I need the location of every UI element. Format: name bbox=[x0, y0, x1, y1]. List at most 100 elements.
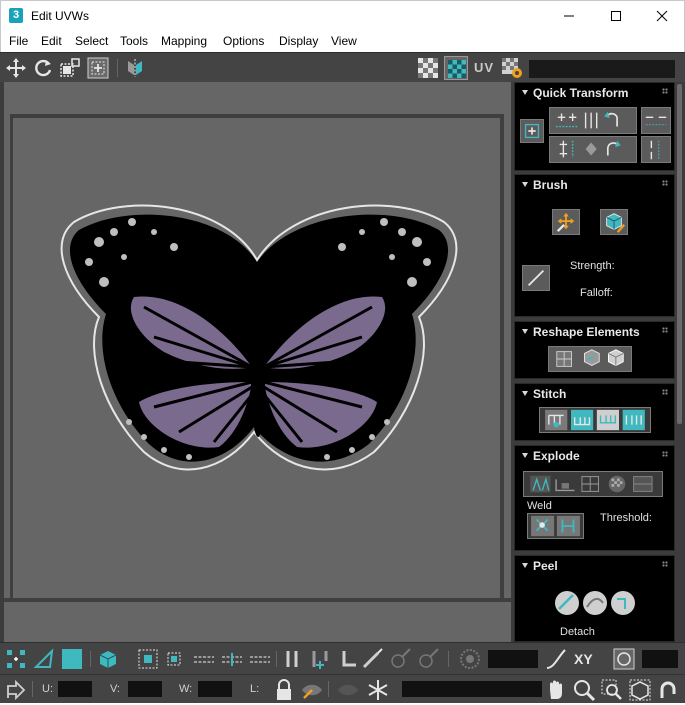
texture-dropdown[interactable] bbox=[529, 60, 675, 78]
rollout-header-stitch[interactable]: Stitch bbox=[515, 384, 674, 402]
edge-distance-value[interactable] bbox=[642, 650, 678, 668]
reshape-buttons-group[interactable] bbox=[548, 346, 632, 372]
select-overlap-button[interactable] bbox=[308, 647, 332, 671]
close-button[interactable] bbox=[639, 1, 685, 31]
freeform-tool-button[interactable] bbox=[86, 56, 110, 80]
weld-buttons-group[interactable] bbox=[527, 513, 584, 539]
absolute-offset-button[interactable] bbox=[4, 678, 28, 702]
uv-editor-viewport[interactable] bbox=[0, 82, 511, 642]
peel-buttons-group[interactable] bbox=[553, 589, 637, 617]
maximize-button[interactable] bbox=[593, 1, 639, 31]
scale-tool-button[interactable] bbox=[58, 56, 82, 80]
menu-tools[interactable]: Tools bbox=[120, 34, 148, 48]
edge-distance-icon bbox=[613, 648, 635, 670]
menu-view[interactable]: View bbox=[331, 34, 357, 48]
grow-selection-button[interactable] bbox=[136, 647, 160, 671]
face-mode-button[interactable] bbox=[60, 647, 84, 671]
menu-edit[interactable]: Edit bbox=[41, 34, 62, 48]
snap-button[interactable] bbox=[656, 678, 680, 702]
shrink-selection-button[interactable] bbox=[162, 647, 186, 671]
freeform-icon bbox=[87, 57, 109, 79]
menu-select[interactable]: Select bbox=[75, 34, 108, 48]
loop-select-button[interactable] bbox=[192, 647, 216, 671]
menu-file[interactable]: File bbox=[9, 34, 28, 48]
select-flipped-button[interactable] bbox=[336, 647, 360, 671]
paint-select-shrink-button[interactable] bbox=[416, 647, 440, 671]
brush-stroke-button[interactable] bbox=[522, 265, 550, 291]
paint-select-grow-button[interactable] bbox=[388, 647, 412, 671]
menu-display[interactable]: Display bbox=[279, 34, 318, 48]
uv-mode-label[interactable]: UV bbox=[474, 60, 494, 75]
align-vertical-group[interactable] bbox=[549, 136, 637, 163]
zoom-extents-button[interactable] bbox=[628, 678, 652, 702]
lock-selection-button[interactable] bbox=[272, 678, 296, 702]
point-to-point-button[interactable] bbox=[248, 647, 272, 671]
rollout-header-peel[interactable]: Peel bbox=[515, 556, 674, 574]
show-map-button[interactable] bbox=[444, 56, 468, 80]
set-pivot-button[interactable] bbox=[520, 119, 544, 143]
rollout-header-explode[interactable]: Explode bbox=[515, 446, 674, 464]
ring-select-button[interactable] bbox=[220, 647, 244, 671]
eye-show-icon bbox=[338, 684, 358, 696]
minimize-button[interactable] bbox=[546, 1, 592, 31]
paint-select-button[interactable] bbox=[360, 647, 384, 671]
soft-selection-button[interactable] bbox=[458, 647, 482, 671]
element-mode-button[interactable] bbox=[96, 647, 120, 671]
brush-line-icon bbox=[527, 269, 545, 287]
stitch-buttons-group[interactable] bbox=[539, 407, 651, 433]
menu-options[interactable]: Options bbox=[223, 34, 264, 48]
rotate-tool-button[interactable] bbox=[31, 56, 55, 80]
soft-selection-value[interactable] bbox=[488, 650, 538, 668]
explode-buttons-group[interactable] bbox=[523, 471, 663, 497]
paint-move-button[interactable] bbox=[552, 209, 580, 235]
u-coordinate-field[interactable] bbox=[58, 681, 92, 697]
rollout-header-reshape[interactable]: Reshape Elements bbox=[515, 322, 674, 340]
edge-icon bbox=[33, 648, 54, 668]
title-bar: 3 Edit UVWs bbox=[0, 0, 685, 31]
falloff-curve-button[interactable] bbox=[544, 647, 568, 671]
rollout-title: Peel bbox=[533, 559, 558, 573]
u-label: U: bbox=[42, 683, 53, 695]
v-coordinate-field[interactable] bbox=[128, 681, 162, 697]
space-horizontal-button[interactable] bbox=[641, 107, 671, 134]
select-inverted-button[interactable] bbox=[280, 647, 304, 671]
pan-button[interactable] bbox=[544, 678, 568, 702]
zoom-button[interactable] bbox=[572, 678, 596, 702]
panel-scrollbar[interactable] bbox=[677, 84, 682, 424]
edge-mode-button[interactable] bbox=[32, 647, 56, 671]
map-settings-button[interactable] bbox=[500, 56, 524, 80]
soft-select-edge-button[interactable] bbox=[612, 647, 636, 671]
xy-space-label[interactable]: XY bbox=[574, 651, 593, 667]
checker-pattern-button[interactable] bbox=[416, 56, 440, 80]
rollout-header-quick-transform[interactable]: Quick Transform bbox=[515, 83, 674, 101]
invert-icon bbox=[286, 651, 298, 667]
align-horizontal-group[interactable] bbox=[549, 107, 637, 134]
toolbar-separator bbox=[117, 59, 118, 77]
vertex-mode-button[interactable] bbox=[4, 647, 28, 671]
magnet-snap-icon bbox=[660, 681, 676, 698]
menu-mapping[interactable]: Mapping bbox=[161, 34, 207, 48]
rollout-title: Reshape Elements bbox=[533, 325, 640, 339]
hide-button[interactable] bbox=[300, 678, 324, 702]
mirror-tool-button[interactable] bbox=[123, 56, 147, 80]
rollout-explode: Explode Weld Threshold: bbox=[514, 445, 675, 551]
show-button[interactable] bbox=[336, 678, 360, 702]
selection-set-field[interactable] bbox=[402, 681, 542, 697]
zoom-region-button[interactable] bbox=[600, 678, 624, 702]
rollout-header-brush[interactable]: Brush bbox=[515, 175, 674, 193]
app-icon: 3 bbox=[9, 8, 23, 23]
move-tool-button[interactable] bbox=[4, 56, 28, 80]
paint-move-icon bbox=[556, 212, 575, 233]
w-coordinate-field[interactable] bbox=[198, 681, 232, 697]
weld-label: Weld bbox=[527, 500, 552, 512]
butterfly-uv-shell[interactable] bbox=[4, 82, 511, 642]
paint-grow-icon bbox=[391, 648, 411, 668]
align-icons bbox=[555, 111, 618, 129]
freeze-button[interactable] bbox=[366, 678, 390, 702]
rollout-title: Stitch bbox=[533, 387, 567, 401]
peel-icons bbox=[555, 591, 635, 615]
map-settings-icon bbox=[502, 58, 522, 78]
loop-icon bbox=[194, 656, 214, 663]
space-vertical-button[interactable] bbox=[641, 136, 671, 163]
relax-brush-button[interactable] bbox=[600, 209, 628, 235]
